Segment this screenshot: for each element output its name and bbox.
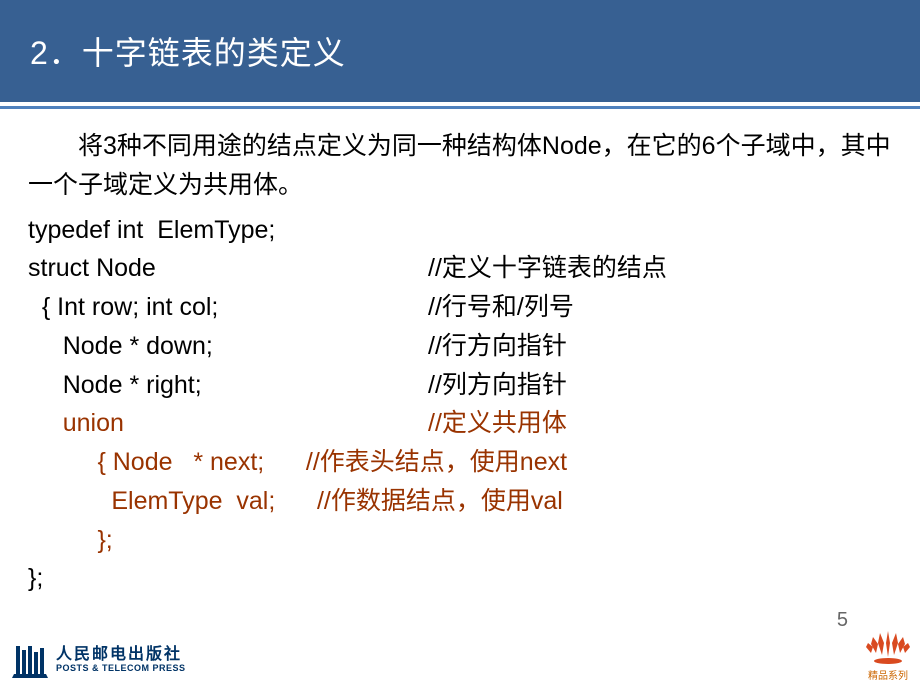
code-comment: //行号和/列号 [428, 288, 574, 327]
publisher-text: 人民邮电出版社 POSTS & TELECOM PRESS [56, 646, 186, 673]
code-text: { Int row; int col; [28, 288, 428, 327]
footer-series: 精品系列 [866, 629, 910, 682]
code-comment: //定义共用体 [428, 404, 567, 443]
code-line-5: Node * right; //列方向指针 [28, 366, 892, 405]
code-line-9: }; [28, 521, 892, 560]
title-underline [0, 106, 920, 109]
code-text-union: { Node * next; [28, 443, 306, 482]
intro-paragraph: 将3种不同用途的结点定义为同一种结构体Node，在它的6个子域中，其中一个子域定… [28, 127, 892, 205]
code-text: Node * down; [28, 327, 428, 366]
code-text-union: }; [28, 521, 113, 560]
code-text-union: union [28, 404, 428, 443]
page-number: 5 [837, 609, 848, 632]
slide-title-bar: 2．十字链表的类定义 [0, 0, 920, 102]
code-comment: //行方向指针 [428, 327, 567, 366]
publisher-name-en: POSTS & TELECOM PRESS [56, 664, 186, 674]
code-comment: //作表头结点，使用next [306, 443, 567, 482]
series-label: 精品系列 [868, 667, 908, 682]
code-line-10: }; [28, 559, 892, 598]
code-text: struct Node [28, 249, 428, 288]
code-line-6: union //定义共用体 [28, 404, 892, 443]
code-comment: //定义十字链表的结点 [428, 249, 667, 288]
code-line-4: Node * down; //行方向指针 [28, 327, 892, 366]
code-comment: //作数据结点，使用val [317, 482, 563, 521]
footer-publisher: 人民邮电出版社 POSTS & TELECOM PRESS [10, 640, 186, 680]
code-text: Node * right; [28, 366, 428, 405]
slide-title: 2．十字链表的类定义 [30, 28, 890, 74]
code-text-union: ElemType val; [28, 482, 317, 521]
code-comment: //列方向指针 [428, 366, 567, 405]
code-line-1: typedef int ElemType; [28, 211, 892, 250]
slide-content: 将3种不同用途的结点定义为同一种结构体Node，在它的6个子域中，其中一个子域定… [0, 127, 920, 598]
series-logo-icon [866, 629, 910, 665]
code-text: }; [28, 559, 43, 598]
code-line-2: struct Node //定义十字链表的结点 [28, 249, 892, 288]
publisher-name-cn: 人民邮电出版社 [56, 646, 186, 664]
code-line-7: { Node * next; //作表头结点，使用next [28, 443, 892, 482]
publisher-logo-icon [10, 640, 50, 680]
code-line-8: ElemType val; //作数据结点，使用val [28, 482, 892, 521]
code-text: typedef int ElemType; [28, 211, 428, 250]
code-line-3: { Int row; int col; //行号和/列号 [28, 288, 892, 327]
